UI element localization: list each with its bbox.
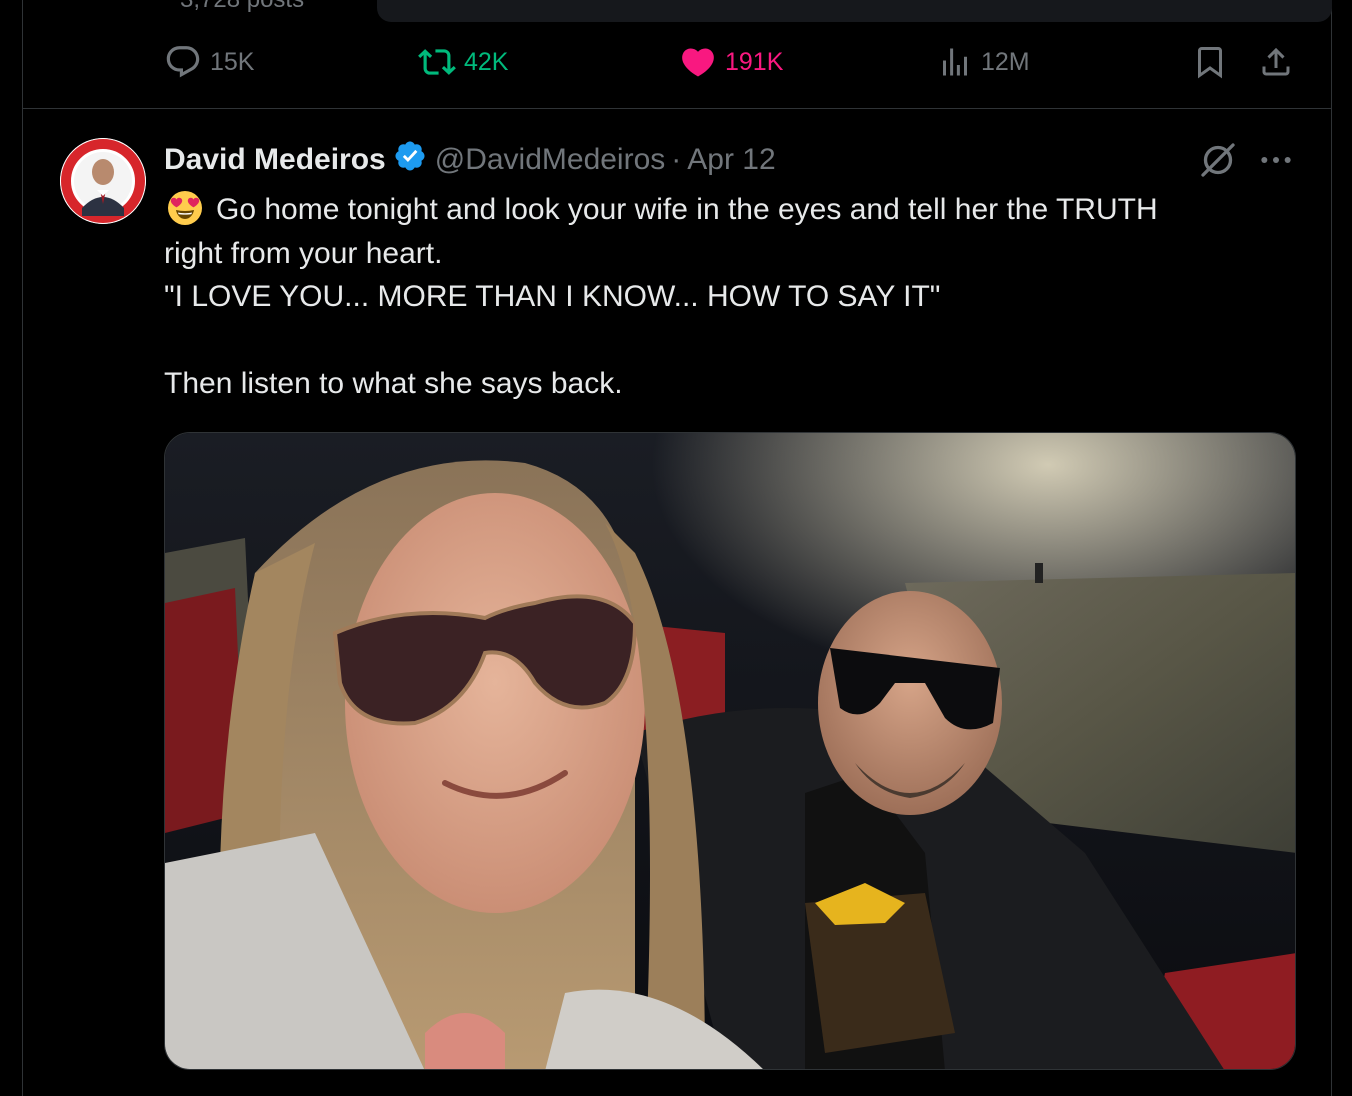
verified-badge-icon[interactable] <box>393 139 427 181</box>
header-separator: · <box>671 143 682 176</box>
tweet-line-1: Go home tonight and look your wife in th… <box>164 188 1294 232</box>
like-count: 191K <box>725 47 784 76</box>
repost-button[interactable]: 42K <box>418 42 508 82</box>
repost-count: 42K <box>464 47 509 76</box>
bookmark-button[interactable] <box>1192 42 1228 82</box>
reply-icon <box>166 46 200 78</box>
tweet-text-line: "I LOVE YOU... MORE THAN I KNOW... HOW T… <box>164 280 941 313</box>
share-button[interactable] <box>1258 42 1294 82</box>
views-button[interactable]: 12M <box>937 42 1030 82</box>
share-icon <box>1262 47 1290 76</box>
tweet-text-line: Go home tonight and look your wife in th… <box>216 193 1158 226</box>
views-icon <box>943 48 967 76</box>
previous-post-posts-count: 3,728 posts <box>180 0 304 14</box>
tweet-header: David Medeiros @DavidMedeiros · Apr 12 <box>164 140 776 180</box>
author-name[interactable]: David Medeiros <box>164 143 386 177</box>
more-icon <box>1261 157 1291 163</box>
tweet-text: Go home tonight and look your wife in th… <box>164 188 1294 406</box>
tweet-text-line <box>164 319 1294 363</box>
post-photo[interactable] <box>164 432 1296 1070</box>
reply-button[interactable]: 15K <box>164 42 254 82</box>
bookmark-icon <box>1198 47 1222 79</box>
more-options-button[interactable] <box>1256 140 1296 185</box>
post-date[interactable]: Apr 12 <box>687 143 775 177</box>
tweet-text-line: right from your heart. <box>164 236 443 270</box>
photo-couple-in-car <box>165 433 1295 1069</box>
tweet-text-line: Then listen to what she says back. <box>164 367 623 400</box>
reply-count: 15K <box>210 47 255 76</box>
avatar-image <box>60 138 146 224</box>
grok-button[interactable] <box>1198 140 1238 185</box>
views-count: 12M <box>981 47 1030 76</box>
avatar[interactable] <box>60 138 146 224</box>
post-divider <box>22 108 1332 109</box>
like-icon <box>682 48 714 77</box>
previous-post-card <box>377 0 1332 22</box>
author-handle[interactable]: @DavidMedeiros <box>435 143 666 177</box>
like-button[interactable]: 191K <box>679 42 783 82</box>
repost-icon <box>418 49 456 75</box>
grok-icon <box>1201 143 1235 177</box>
heart-eyes-emoji <box>168 191 202 225</box>
